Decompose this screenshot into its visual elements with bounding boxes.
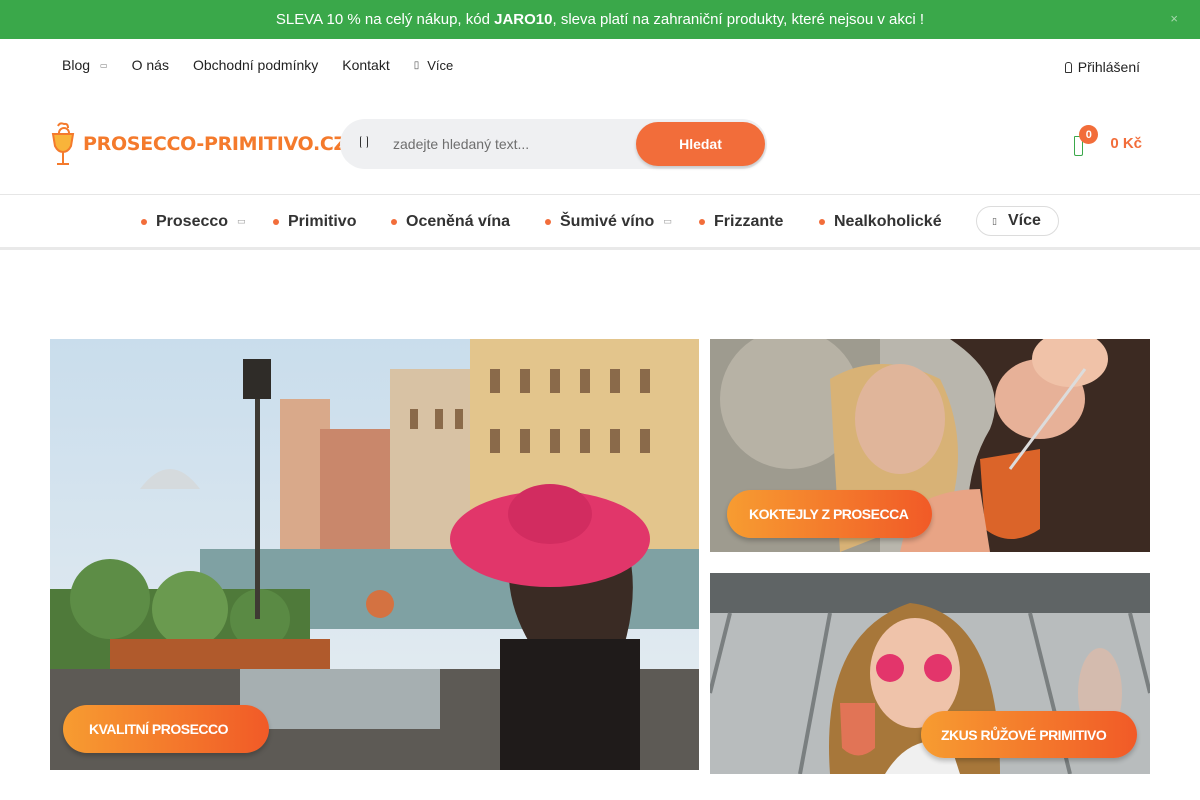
chevron-down-icon: ▭ xyxy=(237,216,246,226)
logo-text: PROSECCO-PRIMITIVO.CZ xyxy=(83,133,348,155)
top-link-terms[interactable]: Obchodní podmínky xyxy=(193,57,318,73)
cart[interactable]: 0 0 Kč xyxy=(1070,125,1142,158)
dots-icon: ▯ xyxy=(413,59,420,71)
category-non-alcoholic[interactable]: Nealkoholické xyxy=(819,195,942,248)
promo-text: SLEVA 10 % na celý nákup, kód JARO10, sl… xyxy=(275,11,925,28)
category-awarded-wines[interactable]: Oceněná vína xyxy=(391,195,510,248)
banner-quality-prosecco[interactable]: KVALITNÍ PROSECCO xyxy=(50,339,699,770)
category-prosecco[interactable]: Prosecco ▭ xyxy=(141,195,246,248)
cart-total: 0 Kč xyxy=(1110,134,1142,152)
login-label: Přihlášení xyxy=(1077,59,1140,75)
top-navigation: Blog ▭ O nás Obchodní podmínky Kontakt ▯ V… xyxy=(62,57,453,73)
banner-rose-primitivo[interactable]: ZKUS RŮŽOVÉ PRIMITIVO xyxy=(710,573,1150,774)
banner-prosecco-cocktails[interactable]: KOKTEJLY Z PROSECCA xyxy=(710,339,1150,552)
close-icon[interactable]: × xyxy=(1170,11,1178,26)
user-icon xyxy=(1064,61,1072,73)
category-sparkling-wine[interactable]: Šumivé víno ▭ xyxy=(545,195,672,248)
category-navigation: Prosecco ▭ Primitivo Oceněná vína Šumivé … xyxy=(0,194,1200,250)
top-link-blog[interactable]: Blog ▭ xyxy=(62,57,108,73)
banner-label[interactable]: KOKTEJLY Z PROSECCA xyxy=(727,490,932,538)
top-link-about[interactable]: O nás xyxy=(132,57,169,73)
promo-code: JARO10 xyxy=(494,11,553,28)
top-link-contact[interactable]: Kontakt xyxy=(342,57,389,73)
cart-icon: 0 xyxy=(1070,125,1099,158)
top-link-more[interactable]: ▯ Více xyxy=(414,58,454,73)
promo-bar: SLEVA 10 % na celý nákup, kód JARO10, sl… xyxy=(0,0,1200,39)
category-more[interactable]: ▯ Více xyxy=(976,206,1059,236)
login-link[interactable]: Přihlášení xyxy=(1064,59,1140,75)
site-logo[interactable]: PROSECCO-PRIMITIVO.CZ xyxy=(50,122,347,166)
banner-label[interactable]: ZKUS RŮŽOVÉ PRIMITIVO xyxy=(921,711,1137,758)
banner-label[interactable]: KVALITNÍ PROSECCO xyxy=(63,705,269,753)
chevron-down-icon: ▭ xyxy=(663,216,672,226)
search-bar: Hledat xyxy=(340,119,767,169)
search-icon xyxy=(360,136,368,148)
category-primitivo[interactable]: Primitivo xyxy=(273,195,356,248)
category-frizzante[interactable]: Frizzante xyxy=(699,195,783,248)
dots-icon: ▯ xyxy=(992,215,997,226)
chevron-down-icon: ▭ xyxy=(100,60,108,70)
search-input[interactable] xyxy=(393,119,633,169)
search-button[interactable]: Hledat xyxy=(636,122,765,166)
cart-count-badge: 0 xyxy=(1079,125,1099,144)
logo-icon xyxy=(51,122,75,165)
